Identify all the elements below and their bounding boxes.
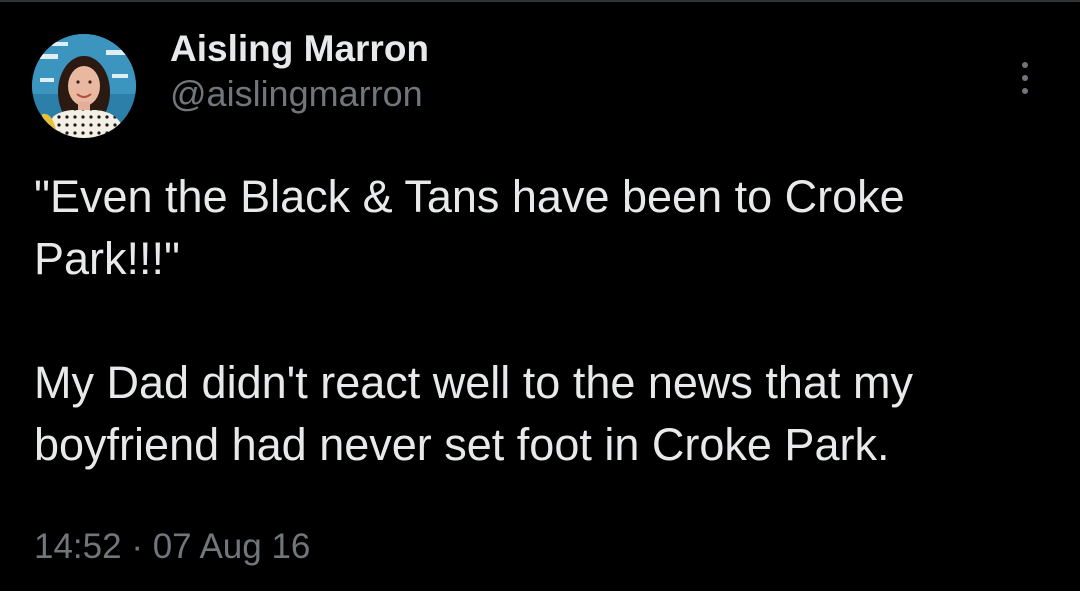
author-names: Aisling Marron @aislingmarron — [170, 26, 429, 116]
avatar[interactable] — [32, 34, 136, 138]
top-divider — [0, 0, 1080, 2]
tweet-paragraph: My Dad didn't react well to the news tha… — [34, 357, 913, 470]
tweet-text: "Even the Black & Tans have been to Crok… — [34, 166, 1054, 476]
more-options-button[interactable] — [1010, 58, 1040, 98]
tweet-paragraph: "Even the Black & Tans have been to Crok… — [34, 171, 905, 284]
tweet-header: Aisling Marron @aislingmarron — [32, 28, 429, 138]
more-options-dot — [1022, 75, 1028, 81]
meta-separator: · — [131, 527, 143, 566]
tweet-time: 14:52 — [34, 527, 122, 566]
user-handle[interactable]: @aislingmarron — [170, 72, 429, 116]
avatar-image — [32, 34, 136, 138]
more-options-icon — [1022, 62, 1028, 68]
tweet-date: 07 Aug 16 — [152, 527, 311, 566]
more-options-dot — [1022, 88, 1028, 94]
display-name[interactable]: Aisling Marron — [170, 26, 429, 72]
tweet-timestamp[interactable]: 14:52 · 07 Aug 16 — [34, 524, 310, 570]
